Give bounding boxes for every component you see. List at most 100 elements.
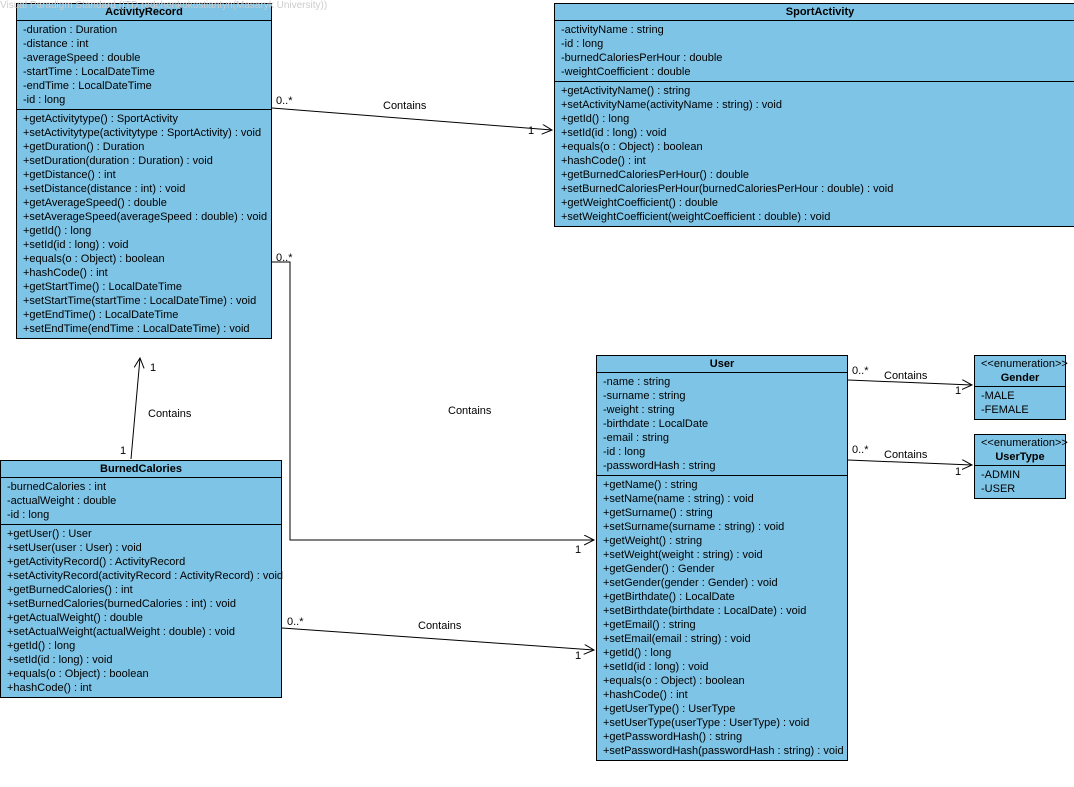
multiplicity: 1 (120, 445, 126, 457)
multiplicity: 1 (955, 466, 961, 478)
member-row: +getDistance() : int (23, 168, 265, 182)
member-row: +setName(name : string) : void (603, 492, 841, 506)
member-row: +setEmail(email : string) : void (603, 632, 841, 646)
attributes-section: -burnedCalories : int-actualWeight : dou… (1, 478, 281, 525)
member-row: +getId() : long (7, 639, 275, 653)
member-row: +setDuration(duration : Duration) : void (23, 154, 265, 168)
assoc-label: Contains (884, 370, 927, 382)
member-row: +setId(id : long) : void (23, 238, 265, 252)
member-row: +setBurnedCaloriesPerHour(burnedCalories… (561, 182, 1074, 196)
member-row: +setActivityRecord(activityRecord : Acti… (7, 569, 275, 583)
member-row: +getId() : long (561, 112, 1074, 126)
member-row: +getBurnedCaloriesPerHour() : double (561, 168, 1074, 182)
member-row: +getEndTime() : LocalDateTime (23, 308, 265, 322)
member-row: +setUser(user : User) : void (7, 541, 275, 555)
member-row: +hashCode() : int (23, 266, 265, 280)
member-row: -averageSpeed : double (23, 51, 265, 65)
member-row: +equals(o : Object) : boolean (7, 667, 275, 681)
member-row: -passwordHash : string (603, 459, 841, 473)
member-row: +setUserType(userType : UserType) : void (603, 716, 841, 730)
class-activity-record[interactable]: ActivityRecord -duration : Duration-dist… (16, 3, 272, 339)
assoc-label: Contains (418, 620, 461, 632)
member-row: +setStartTime(startTime : LocalDateTime)… (23, 294, 265, 308)
member-row: +setId(id : long) : void (603, 660, 841, 674)
attributes-section: -ADMIN-USER (975, 466, 1065, 498)
class-title: BurnedCalories (1, 461, 281, 478)
member-row: -weight : string (603, 403, 841, 417)
member-row: +getActualWeight() : double (7, 611, 275, 625)
member-row: +getPasswordHash() : string (603, 730, 841, 744)
stereotype: <<enumeration>> (975, 435, 1065, 449)
operations-section: +getUser() : User+setUser(user : User) :… (1, 525, 281, 697)
assoc-label: Contains (148, 408, 191, 420)
attributes-section: -duration : Duration-distance : int-aver… (17, 21, 271, 110)
multiplicity: 0..* (276, 252, 293, 264)
class-burned-calories[interactable]: BurnedCalories -burnedCalories : int-act… (0, 460, 282, 698)
member-row: -email : string (603, 431, 841, 445)
member-row: +getName() : string (603, 478, 841, 492)
member-row: +setAverageSpeed(averageSpeed : double) … (23, 210, 265, 224)
member-row: +setBirthdate(birthdate : LocalDate) : v… (603, 604, 841, 618)
multiplicity: 0..* (287, 616, 304, 628)
member-row: +setId(id : long) : void (7, 653, 275, 667)
member-row: -activityName : string (561, 23, 1074, 37)
multiplicity: 1 (955, 385, 961, 397)
member-row: +getBirthdate() : LocalDate (603, 590, 841, 604)
member-row: -id : long (7, 508, 275, 522)
member-row: +setActivitytype(activitytype : SportAct… (23, 126, 265, 140)
member-row: +equals(o : Object) : boolean (603, 674, 841, 688)
member-row: +setSurname(surname : string) : void (603, 520, 841, 534)
member-row: +getSurname() : string (603, 506, 841, 520)
stereotype: <<enumeration>> (975, 356, 1065, 370)
class-title: Gender (975, 370, 1065, 387)
member-row: +getGender() : Gender (603, 562, 841, 576)
member-row: +setWeightCoefficient(weightCoefficient … (561, 210, 1074, 224)
member-row: +hashCode() : int (603, 688, 841, 702)
member-row: +setDistance(distance : int) : void (23, 182, 265, 196)
multiplicity: 1 (528, 125, 534, 137)
member-row: +getBurnedCalories() : int (7, 583, 275, 597)
member-row: +getWeight() : string (603, 534, 841, 548)
member-row: +getDuration() : Duration (23, 140, 265, 154)
member-row: -id : long (603, 445, 841, 459)
member-row: -burnedCalories : int (7, 480, 275, 494)
member-row: -startTime : LocalDateTime (23, 65, 265, 79)
class-user[interactable]: User -name : string-surname : string-wei… (596, 355, 848, 761)
member-row: +hashCode() : int (561, 154, 1074, 168)
member-row: +getUserType() : UserType (603, 702, 841, 716)
member-row: +getStartTime() : LocalDateTime (23, 280, 265, 294)
member-row: +setGender(gender : Gender) : void (603, 576, 841, 590)
member-row: +setBurnedCalories(burnedCalories : int)… (7, 597, 275, 611)
operations-section: +getActivityName() : string+setActivityN… (555, 82, 1074, 226)
member-row: -actualWeight : double (7, 494, 275, 508)
member-row: -endTime : LocalDateTime (23, 79, 265, 93)
member-row: +getId() : long (23, 224, 265, 238)
class-sport-activity[interactable]: SportActivity -activityName : string-id … (554, 3, 1074, 227)
member-row: +setId(id : long) : void (561, 126, 1074, 140)
member-row: +equals(o : Object) : boolean (23, 252, 265, 266)
member-row: +getActivitytype() : SportActivity (23, 112, 265, 126)
member-row: +getUser() : User (7, 527, 275, 541)
member-row: +getId() : long (603, 646, 841, 660)
multiplicity: 0..* (852, 444, 869, 456)
assoc-label: Contains (448, 405, 491, 417)
member-row: +setWeight(weight : string) : void (603, 548, 841, 562)
attributes-section: -name : string-surname : string-weight :… (597, 373, 847, 476)
class-title: User (597, 356, 847, 373)
member-row: +hashCode() : int (7, 681, 275, 695)
member-row: -surname : string (603, 389, 841, 403)
member-row: +setActivityName(activityName : string) … (561, 98, 1074, 112)
operations-section: +getActivitytype() : SportActivity+setAc… (17, 110, 271, 338)
member-row: +equals(o : Object) : boolean (561, 140, 1074, 154)
assoc-label: Contains (383, 100, 426, 112)
member-row: +getWeightCoefficient() : double (561, 196, 1074, 210)
member-row: +setActualWeight(actualWeight : double) … (7, 625, 275, 639)
member-row: -duration : Duration (23, 23, 265, 37)
multiplicity: 1 (575, 650, 581, 662)
class-gender[interactable]: <<enumeration>> Gender -MALE-FEMALE (974, 355, 1066, 420)
multiplicity: 0..* (852, 365, 869, 377)
member-row: -USER (981, 482, 1059, 496)
member-row: -birthdate : LocalDate (603, 417, 841, 431)
assoc-label: Contains (884, 449, 927, 461)
class-usertype[interactable]: <<enumeration>> UserType -ADMIN-USER (974, 434, 1066, 499)
